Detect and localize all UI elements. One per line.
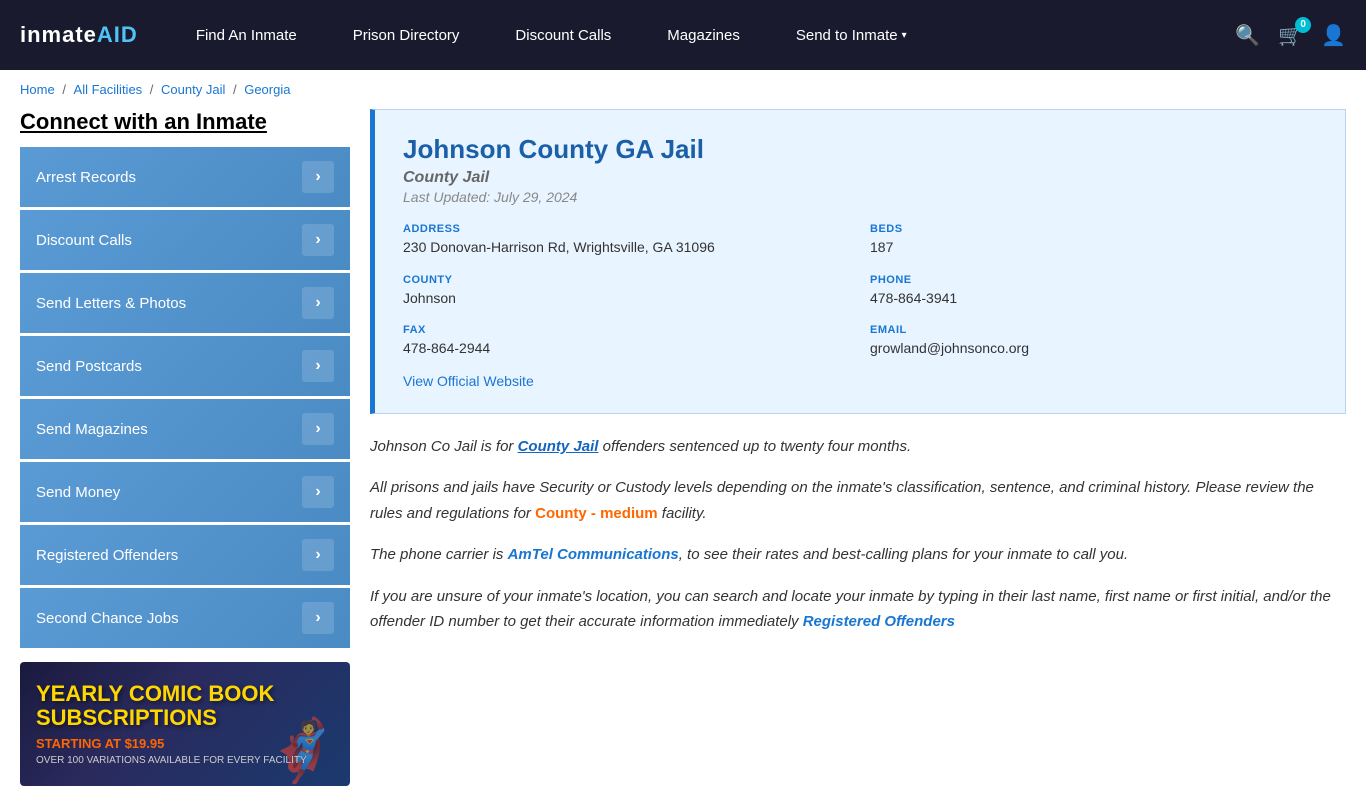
email-value: growland@johnsonco.org — [870, 339, 1317, 359]
cart-badge: 0 — [1295, 17, 1311, 33]
registered-offenders-link[interactable]: Registered Offenders — [803, 613, 955, 630]
amtel-link[interactable]: AmTel Communications — [508, 546, 679, 563]
sidebar-arrow-4: › — [302, 413, 334, 445]
breadcrumb-sep-3: / — [233, 82, 240, 97]
county-value: Johnson — [403, 289, 850, 309]
desc-p1-before: Johnson Co Jail is for — [370, 438, 518, 455]
sidebar-item-arrest-records[interactable]: Arrest Records › — [20, 147, 350, 207]
email-block: EMAIL growland@johnsonco.org — [870, 324, 1317, 359]
ad-small-text: OVER 100 VARIATIONS AVAILABLE FOR EVERY … — [36, 755, 307, 766]
fax-block: FAX 478-864-2944 — [403, 324, 850, 359]
sidebar-arrow-0: › — [302, 161, 334, 193]
sidebar-arrow-2: › — [302, 287, 334, 319]
facility-type: County Jail — [403, 169, 1317, 187]
desc-p3-before: The phone carrier is — [370, 546, 508, 563]
official-website-link[interactable]: View Official Website — [403, 373, 534, 389]
address-label: ADDRESS — [403, 223, 850, 235]
user-icon[interactable]: 👤 — [1321, 23, 1346, 48]
sidebar-arrow-3: › — [302, 350, 334, 382]
breadcrumb: Home / All Facilities / County Jail / Ge… — [0, 70, 1366, 109]
header-icons: 🔍 🛒 0 👤 — [1235, 23, 1346, 48]
sidebar-arrow-5: › — [302, 476, 334, 508]
email-label: EMAIL — [870, 324, 1317, 336]
desc-p3-after: , to see their rates and best-calling pl… — [679, 546, 1128, 563]
breadcrumb-home[interactable]: Home — [20, 82, 55, 97]
ad-hero-icon: 🦸 — [265, 715, 340, 786]
ad-title-line2: SUBSCRIPTIONS — [36, 706, 217, 730]
ad-title-line1: YEARLY COMIC BOOK — [36, 682, 274, 706]
search-icon[interactable]: 🔍 — [1235, 23, 1260, 48]
logo[interactable]: inmateAID — [20, 22, 138, 48]
nav-magazines[interactable]: Magazines — [639, 0, 768, 70]
ad-subtitle: STARTING AT $19.95 — [36, 736, 164, 751]
phone-block: PHONE 478-864-3941 — [870, 274, 1317, 309]
desc-p2-before: All prisons and jails have Security or C… — [370, 479, 1314, 522]
beds-block: BEDS 187 — [870, 223, 1317, 258]
fax-value: 478-864-2944 — [403, 339, 850, 359]
desc-para-4: If you are unsure of your inmate's locat… — [370, 584, 1346, 635]
beds-label: BEDS — [870, 223, 1317, 235]
nav-send-to-inmate[interactable]: Send to Inmate ▾ — [768, 0, 935, 70]
desc-para-1: Johnson Co Jail is for County Jail offen… — [370, 434, 1346, 460]
desc-para-3: The phone carrier is AmTel Communication… — [370, 542, 1346, 568]
main-layout: Connect with an Inmate Arrest Records › … — [0, 109, 1366, 806]
sidebar-item-send-postcards[interactable]: Send Postcards › — [20, 336, 350, 396]
facility-description: Johnson Co Jail is for County Jail offen… — [370, 434, 1346, 635]
sidebar-item-second-chance-jobs[interactable]: Second Chance Jobs › — [20, 588, 350, 648]
sidebar-arrow-1: › — [302, 224, 334, 256]
sidebar-menu: Arrest Records › Discount Calls › Send L… — [20, 147, 350, 648]
breadcrumb-georgia[interactable]: Georgia — [244, 82, 290, 97]
nav-discount-calls[interactable]: Discount Calls — [487, 0, 639, 70]
beds-value: 187 — [870, 238, 1317, 258]
facility-name: Johnson County GA Jail — [403, 134, 1317, 165]
address-value: 230 Donovan-Harrison Rd, Wrightsville, G… — [403, 238, 850, 258]
send-to-inmate-arrow-icon: ▾ — [902, 30, 907, 41]
content-area: Johnson County GA Jail County Jail Last … — [370, 109, 1346, 786]
sidebar-item-send-money[interactable]: Send Money › — [20, 462, 350, 522]
sidebar-arrow-6: › — [302, 539, 334, 571]
site-header: inmateAID Find An Inmate Prison Director… — [0, 0, 1366, 70]
desc-para-2: All prisons and jails have Security or C… — [370, 475, 1346, 526]
breadcrumb-sep-2: / — [150, 82, 157, 97]
sidebar-item-discount-calls[interactable]: Discount Calls › — [20, 210, 350, 270]
sidebar: Connect with an Inmate Arrest Records › … — [20, 109, 350, 786]
nav-prison-directory[interactable]: Prison Directory — [325, 0, 488, 70]
cart-icon[interactable]: 🛒 0 — [1278, 23, 1303, 48]
facility-card: Johnson County GA Jail County Jail Last … — [370, 109, 1346, 414]
facility-last-updated: Last Updated: July 29, 2024 — [403, 189, 1317, 205]
county-block: COUNTY Johnson — [403, 274, 850, 309]
county-jail-link-1[interactable]: County Jail — [518, 438, 599, 455]
sidebar-arrow-7: › — [302, 602, 334, 634]
breadcrumb-county-jail[interactable]: County Jail — [161, 82, 225, 97]
sidebar-item-send-magazines[interactable]: Send Magazines › — [20, 399, 350, 459]
phone-value: 478-864-3941 — [870, 289, 1317, 309]
county-medium-highlight: County - medium — [535, 505, 658, 522]
main-nav: Find An Inmate Prison Directory Discount… — [168, 0, 1235, 70]
nav-find-inmate[interactable]: Find An Inmate — [168, 0, 325, 70]
phone-label: PHONE — [870, 274, 1317, 286]
sidebar-item-registered-offenders[interactable]: Registered Offenders › — [20, 525, 350, 585]
facility-info-grid: ADDRESS 230 Donovan-Harrison Rd, Wrights… — [403, 223, 1317, 359]
breadcrumb-sep-1: / — [62, 82, 69, 97]
desc-p2-after: facility. — [658, 505, 707, 522]
desc-p1-after: offenders sentenced up to twenty four mo… — [598, 438, 911, 455]
sidebar-title: Connect with an Inmate — [20, 109, 350, 135]
address-block: ADDRESS 230 Donovan-Harrison Rd, Wrights… — [403, 223, 850, 258]
fax-label: FAX — [403, 324, 850, 336]
sidebar-item-send-letters[interactable]: Send Letters & Photos › — [20, 273, 350, 333]
county-label: COUNTY — [403, 274, 850, 286]
breadcrumb-all-facilities[interactable]: All Facilities — [74, 82, 143, 97]
